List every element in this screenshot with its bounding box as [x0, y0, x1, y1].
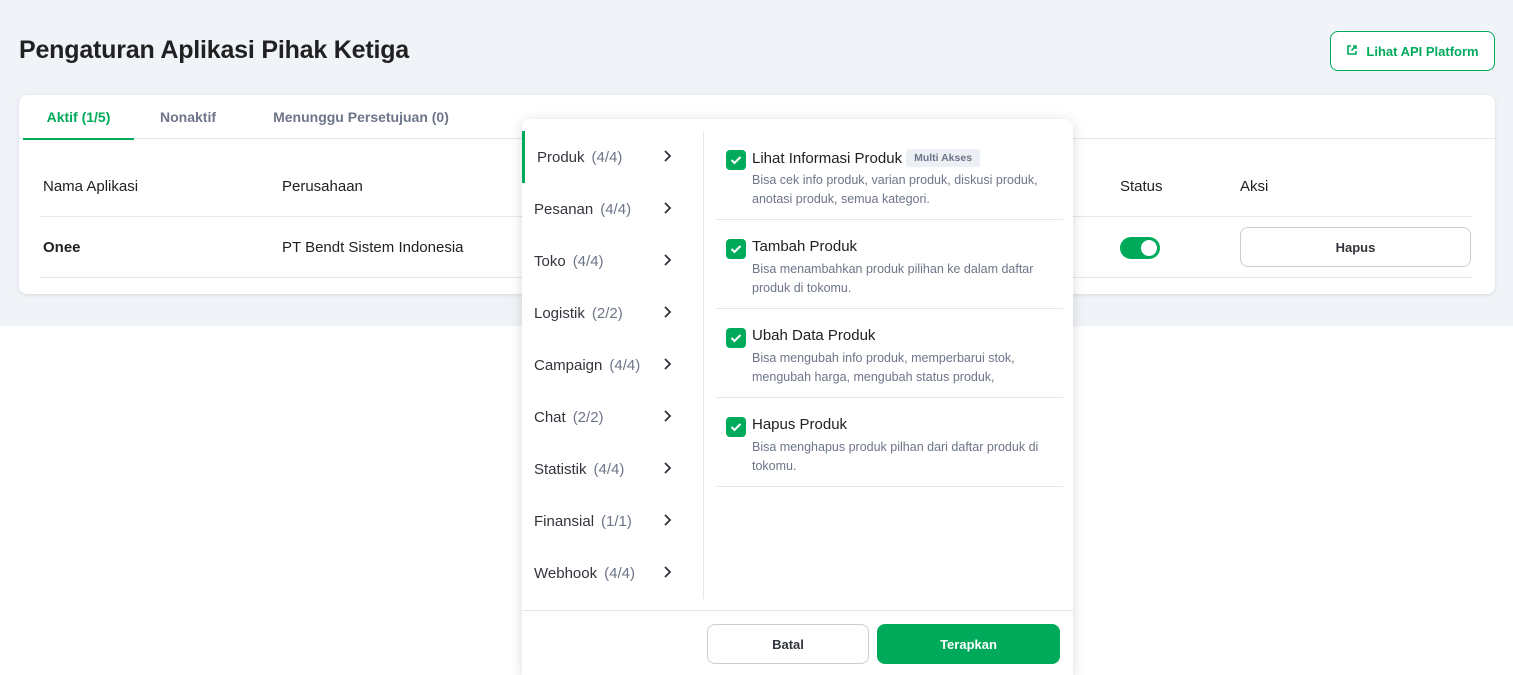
category-pesanan[interactable]: Pesanan (4/4)	[522, 183, 704, 235]
category-count: (2/2)	[572, 408, 604, 426]
category-name: Pesanan	[534, 200, 594, 218]
popover-footer-divider	[522, 610, 1073, 611]
permission-description: Bisa cek info produk, varian produk, dis…	[752, 173, 1038, 206]
category-name: Webhook	[534, 564, 598, 582]
category-count: (2/2)	[591, 304, 623, 322]
chevron-right-icon	[664, 202, 672, 214]
check-icon	[730, 156, 742, 165]
row-company: PT Bendt Sistem Indonesia	[282, 239, 464, 256]
category-webhook[interactable]: Webhook (4/4)	[522, 547, 704, 599]
category-statistik[interactable]: Statistik (4/4)	[522, 443, 704, 495]
header-action: Aksi	[1240, 178, 1269, 195]
chevron-right-icon	[664, 358, 672, 370]
permission-title: Lihat Informasi Produk	[752, 149, 903, 167]
chevron-right-icon	[664, 462, 672, 474]
permission-title-row: Lihat Informasi Produk Multi Akses	[752, 149, 981, 167]
view-api-platform-button[interactable]: Lihat API Platform	[1330, 31, 1495, 71]
category-name: Toko	[534, 252, 566, 270]
delete-app-button[interactable]: Hapus	[1240, 227, 1471, 267]
check-icon	[730, 245, 742, 254]
category-logistik[interactable]: Logistik (2/2)	[522, 287, 704, 339]
status-toggle[interactable]	[1120, 237, 1160, 259]
row-app-name: Onee	[43, 239, 81, 256]
header-company: Perusahaan	[282, 178, 363, 195]
permission-list: Lihat Informasi Produk Multi Akses Bisa …	[716, 131, 1063, 487]
category-name: Logistik	[534, 304, 585, 322]
popover-column-divider	[703, 131, 704, 599]
permission-description: Bisa menambahkan produk pilihan ke dalam…	[752, 262, 1034, 295]
permission-checkbox[interactable]	[726, 328, 746, 348]
category-count: (1/1)	[601, 512, 632, 530]
category-chat[interactable]: Chat (2/2)	[522, 391, 704, 443]
chevron-right-icon	[664, 150, 672, 162]
permission-title-row: Ubah Data Produk	[752, 327, 875, 344]
permissions-popover: Produk (4/4) Pesanan (4/4) Toko (4/4) Lo…	[522, 119, 1073, 675]
category-name: Chat	[534, 408, 566, 426]
permission-description: Bisa menghapus produk pilhan dari daftar…	[752, 440, 1039, 473]
apply-button[interactable]: Terapkan	[877, 624, 1060, 664]
category-name: Campaign	[534, 356, 603, 374]
permission-checkbox[interactable]	[726, 150, 746, 170]
tab-nonaktif[interactable]: Nonaktif	[147, 95, 229, 139]
category-count: (4/4)	[604, 564, 635, 582]
permission-checkbox[interactable]	[726, 239, 746, 259]
category-list: Produk (4/4) Pesanan (4/4) Toko (4/4) Lo…	[522, 131, 704, 599]
view-api-platform-label: Lihat API Platform	[1366, 43, 1479, 59]
category-count: (4/4)	[591, 148, 623, 166]
tab-aktif[interactable]: Aktif (1/5)	[23, 95, 134, 140]
category-produk[interactable]: Produk (4/4)	[522, 131, 704, 183]
chevron-right-icon	[664, 566, 672, 578]
permission-title: Tambah Produk	[752, 238, 858, 255]
permission-item: Ubah Data Produk Bisa mengubah info prod…	[716, 309, 1063, 398]
chevron-right-icon	[664, 254, 672, 266]
category-campaign[interactable]: Campaign (4/4)	[522, 339, 704, 391]
category-count: (4/4)	[593, 460, 625, 478]
check-icon	[730, 423, 742, 432]
page-title: Pengaturan Aplikasi Pihak Ketiga	[19, 36, 410, 64]
category-toko[interactable]: Toko (4/4)	[522, 235, 704, 287]
cancel-button[interactable]: Batal	[707, 624, 869, 664]
multi-access-badge: Multi Akses	[906, 149, 981, 167]
category-count: (4/4)	[600, 200, 632, 218]
chevron-right-icon	[664, 514, 672, 526]
category-count: (4/4)	[572, 252, 604, 270]
tab-menunggu-persetujuan[interactable]: Menunggu Persetujuan (0)	[255, 95, 467, 139]
external-link-icon	[1346, 44, 1358, 59]
permission-checkbox[interactable]	[726, 417, 746, 437]
category-count: (4/4)	[609, 356, 641, 374]
category-name: Finansial	[534, 512, 595, 530]
check-icon	[730, 334, 742, 343]
permission-item: Hapus Produk Bisa menghapus produk pilha…	[716, 398, 1063, 487]
permission-item: Tambah Produk Bisa menambahkan produk pi…	[716, 220, 1063, 309]
chevron-right-icon	[664, 410, 672, 422]
category-finansial[interactable]: Finansial (1/1)	[522, 495, 704, 547]
permission-title-row: Hapus Produk	[752, 416, 847, 433]
permission-item: Lihat Informasi Produk Multi Akses Bisa …	[716, 131, 1063, 220]
permission-title: Hapus Produk	[752, 416, 848, 433]
chevron-right-icon	[664, 306, 672, 318]
header-app-name: Nama Aplikasi	[43, 178, 139, 195]
permission-title: Ubah Data Produk	[752, 327, 876, 344]
permission-description: Bisa mengubah info produk, memperbarui s…	[752, 351, 1015, 384]
category-name: Produk	[537, 148, 585, 166]
header-status: Status	[1120, 178, 1163, 195]
category-name: Statistik	[534, 460, 587, 478]
permission-title-row: Tambah Produk	[752, 238, 857, 255]
